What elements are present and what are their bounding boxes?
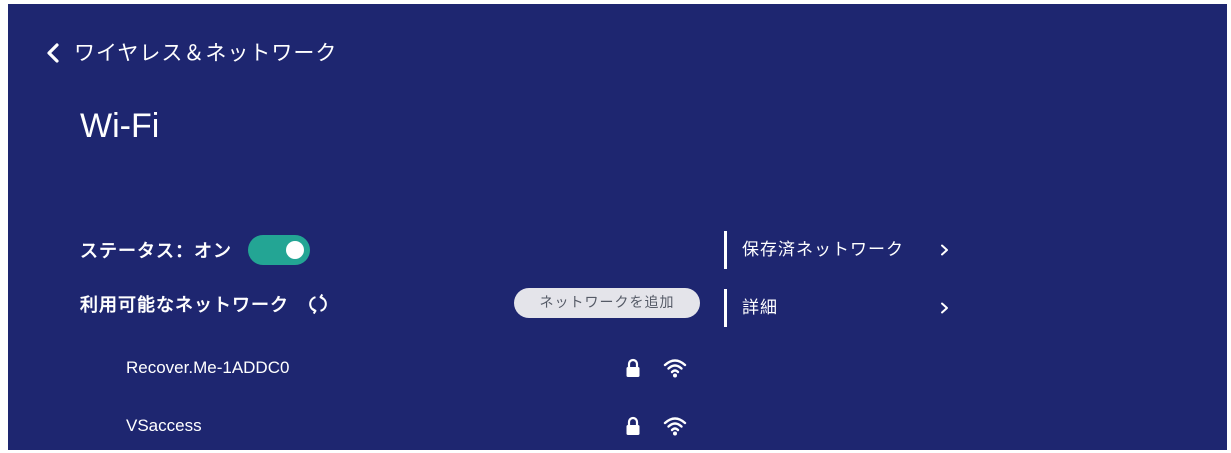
side-menu-details[interactable]: 詳細 xyxy=(724,289,964,327)
available-networks-label: 利用可能なネットワーク xyxy=(80,295,289,316)
add-network-button[interactable]: ネットワークを追加 xyxy=(514,288,700,318)
available-networks-header: 利用可能なネットワーク xyxy=(80,284,329,324)
refresh-icon[interactable] xyxy=(307,293,329,315)
network-item[interactable]: Recover.Me-1ADDC0 xyxy=(126,350,706,386)
wifi-settings-screen: ワイヤレス＆ネットワーク Wi-Fi ステータス：オン 利用可能なネットワーク … xyxy=(8,4,1227,450)
wifi-status-row: ステータス：オン xyxy=(80,230,310,270)
header-title: ワイヤレス＆ネットワーク xyxy=(74,41,338,65)
wifi-signal-icon xyxy=(663,359,687,378)
page-title: Wi-Fi xyxy=(80,107,160,145)
wifi-signal-icon xyxy=(663,417,687,436)
side-menu-saved-networks[interactable]: 保存済ネットワーク xyxy=(724,231,964,269)
lock-icon xyxy=(626,358,640,377)
chevron-right-icon xyxy=(941,244,948,256)
side-menu-divider xyxy=(724,289,727,327)
network-item[interactable]: VSaccess xyxy=(126,408,706,444)
side-menu-divider xyxy=(724,231,727,269)
lock-icon xyxy=(626,416,640,435)
chevron-right-icon xyxy=(941,302,948,314)
toggle-knob xyxy=(286,241,304,259)
chevron-left-icon[interactable] xyxy=(42,38,64,68)
side-menu-label: 保存済ネットワーク xyxy=(742,240,904,260)
wifi-toggle[interactable] xyxy=(248,235,310,265)
wifi-status-label: ステータス：オン xyxy=(80,241,232,262)
side-menu-label: 詳細 xyxy=(742,298,778,318)
back-navigation[interactable]: ワイヤレス＆ネットワーク xyxy=(42,38,337,68)
network-name: VSaccess xyxy=(126,416,202,435)
network-name: Recover.Me-1ADDC0 xyxy=(126,358,290,377)
